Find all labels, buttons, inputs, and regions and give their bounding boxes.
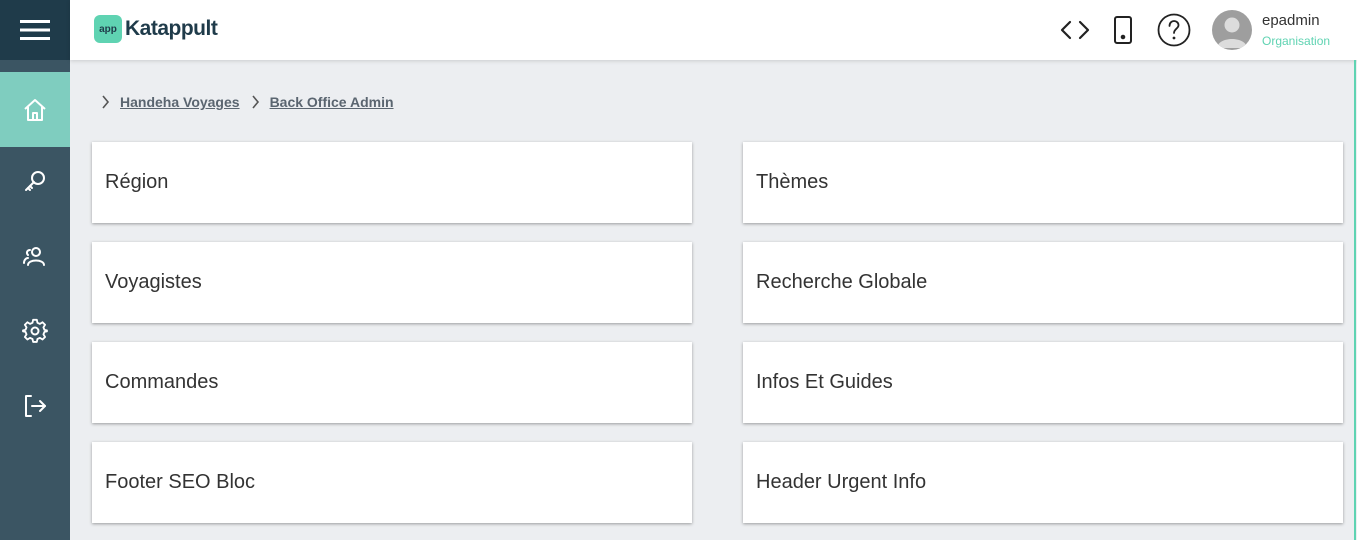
tile-voyagistes[interactable]: Voyagistes	[92, 242, 692, 323]
help-icon	[1157, 13, 1191, 47]
top-header: app Katappult epadmin Organisation	[70, 0, 1357, 60]
chevron-right-icon	[100, 94, 114, 110]
mobile-icon	[1114, 16, 1132, 44]
logo[interactable]: app Katappult	[94, 15, 218, 43]
logo-text: Katappult	[125, 17, 218, 40]
sidebar-item-logout[interactable]	[0, 368, 70, 443]
tile-infos-et-guides[interactable]: Infos Et Guides	[743, 342, 1343, 423]
tile-recherche-globale[interactable]: Recherche Globale	[743, 242, 1343, 323]
sidebar	[0, 0, 70, 540]
tile-themes[interactable]: Thèmes	[743, 142, 1343, 223]
user-organisation[interactable]: Organisation	[1262, 34, 1330, 48]
sidebar-item-keys[interactable]	[0, 143, 70, 218]
chevron-right-icon	[250, 94, 264, 110]
sidebar-item-home[interactable]	[0, 72, 70, 147]
tile-commandes[interactable]: Commandes	[92, 342, 692, 423]
user-name[interactable]: epadmin	[1262, 12, 1320, 29]
tile-footer-seo-bloc[interactable]: Footer SEO Bloc	[92, 442, 692, 523]
breadcrumb: Handeha Voyages Back Office Admin	[100, 94, 404, 110]
sidebar-item-settings[interactable]	[0, 293, 70, 368]
avatar[interactable]	[1212, 10, 1252, 50]
gear-icon	[22, 318, 48, 343]
help-button[interactable]	[1154, 10, 1194, 50]
home-icon	[24, 98, 46, 121]
code-icon	[1060, 20, 1090, 40]
breadcrumb-link-handeha-voyages[interactable]: Handeha Voyages	[120, 94, 240, 110]
tile-region[interactable]: Région	[92, 142, 692, 223]
menu-button[interactable]	[0, 0, 70, 60]
logout-icon	[25, 394, 46, 417]
users-icon	[23, 246, 45, 266]
key-icon	[25, 170, 45, 191]
code-view-button[interactable]	[1055, 10, 1095, 50]
sidebar-item-users[interactable]	[0, 218, 70, 293]
mobile-view-button[interactable]	[1103, 10, 1143, 50]
hamburger-icon	[20, 20, 50, 40]
right-accent-line	[1354, 60, 1356, 540]
breadcrumb-link-back-office-admin[interactable]: Back Office Admin	[270, 94, 394, 110]
tile-header-urgent-info[interactable]: Header Urgent Info	[743, 442, 1343, 523]
logo-badge: app	[94, 15, 122, 43]
